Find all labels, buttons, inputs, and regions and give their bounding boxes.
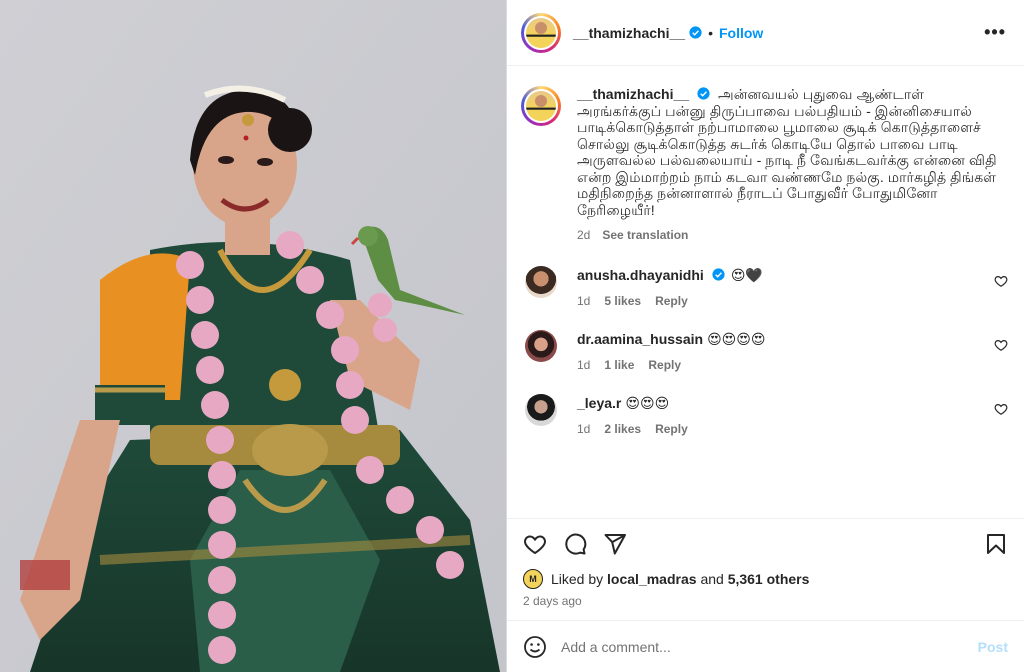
more-options-icon[interactable]: ••• bbox=[980, 18, 1010, 47]
comment-age: 1d bbox=[577, 294, 591, 308]
comment-text: 😍😍😍😍 bbox=[707, 331, 766, 347]
post-caption: __thamizhachi__ அன்னவயல் புதுவை ஆண்டாள் … bbox=[521, 86, 1010, 242]
comment-text: 😍😍😍 bbox=[625, 395, 670, 411]
comment-likes[interactable]: 5 likes bbox=[604, 294, 641, 308]
author-username[interactable]: __thamizhachi__ bbox=[573, 25, 685, 41]
like-heart-icon[interactable] bbox=[523, 532, 547, 556]
liker-avatar[interactable]: M bbox=[523, 569, 543, 589]
likes-prefix: Liked by bbox=[551, 571, 604, 587]
caption-text: அன்னவயல் புதுவை ஆண்டாள் அரங்கர்க்குப் பன… bbox=[577, 87, 1001, 219]
comment-likes[interactable]: 2 likes bbox=[604, 422, 641, 436]
commenter-avatar[interactable] bbox=[525, 266, 557, 298]
comment-age: 1d bbox=[577, 358, 591, 372]
post-comment-button[interactable]: Post bbox=[978, 639, 1008, 655]
see-translation-button[interactable]: See translation bbox=[602, 228, 688, 242]
post-header: __thamizhachi__ • Follow ••• bbox=[507, 0, 1024, 66]
comment-item: dr.aamina_hussain 😍😍😍😍 1d 1 like Reply bbox=[521, 330, 1010, 372]
commenter-avatar[interactable] bbox=[525, 394, 557, 426]
caption-username[interactable]: __thamizhachi__ bbox=[577, 86, 689, 102]
post-image[interactable] bbox=[0, 0, 506, 672]
commenter-avatar[interactable] bbox=[525, 330, 557, 362]
comment-age: 1d bbox=[577, 422, 591, 436]
separator-dot: • bbox=[708, 24, 713, 41]
verified-badge-icon bbox=[689, 26, 702, 39]
reply-button[interactable]: Reply bbox=[655, 422, 688, 436]
post-timestamp[interactable]: 2 days ago bbox=[507, 590, 1024, 620]
reply-button[interactable]: Reply bbox=[655, 294, 688, 308]
likes-count[interactable]: 5,361 others bbox=[728, 571, 810, 587]
post-photo-illustration bbox=[0, 0, 506, 672]
like-comment-heart-icon[interactable] bbox=[994, 274, 1008, 288]
caption-age: 2d bbox=[577, 228, 591, 242]
likes-joiner: and bbox=[700, 571, 724, 587]
post-detail-panel: __thamizhachi__ • Follow ••• __thamizhac… bbox=[506, 0, 1024, 672]
comment-item: _leya.r 😍😍😍 1d 2 likes Reply bbox=[521, 394, 1010, 436]
likes-summary: M Liked by local_madras and 5,361 others bbox=[507, 568, 1024, 590]
post-actions-bar bbox=[507, 518, 1024, 568]
follow-button[interactable]: Follow bbox=[719, 25, 763, 41]
caption-author-avatar[interactable] bbox=[521, 86, 561, 126]
share-send-icon[interactable] bbox=[603, 532, 627, 556]
add-comment-bar: Post bbox=[507, 620, 1024, 672]
comment-item: anusha.dhayanidhi 😍🖤 1d 5 likes Reply bbox=[521, 266, 1010, 308]
commenter-username[interactable]: anusha.dhayanidhi bbox=[577, 267, 704, 283]
comments-list[interactable]: __thamizhachi__ அன்னவயல் புதுவை ஆண்டாள் … bbox=[507, 66, 1024, 518]
like-comment-heart-icon[interactable] bbox=[994, 402, 1008, 416]
author-avatar[interactable] bbox=[521, 12, 561, 53]
commenter-username[interactable]: _leya.r bbox=[577, 395, 621, 411]
comment-bubble-icon[interactable] bbox=[563, 532, 587, 556]
emoji-smiley-icon[interactable] bbox=[523, 635, 547, 659]
comment-likes[interactable]: 1 like bbox=[604, 358, 634, 372]
liker-username[interactable]: local_madras bbox=[607, 571, 697, 587]
comment-text: 😍🖤 bbox=[730, 267, 763, 283]
commenter-username[interactable]: dr.aamina_hussain bbox=[577, 331, 703, 347]
commenter-verified-badge-icon bbox=[712, 268, 725, 281]
save-bookmark-icon[interactable] bbox=[984, 532, 1008, 556]
reply-button[interactable]: Reply bbox=[648, 358, 681, 372]
like-comment-heart-icon[interactable] bbox=[994, 338, 1008, 352]
add-comment-input[interactable] bbox=[561, 638, 978, 655]
caption-verified-badge-icon bbox=[697, 87, 710, 100]
